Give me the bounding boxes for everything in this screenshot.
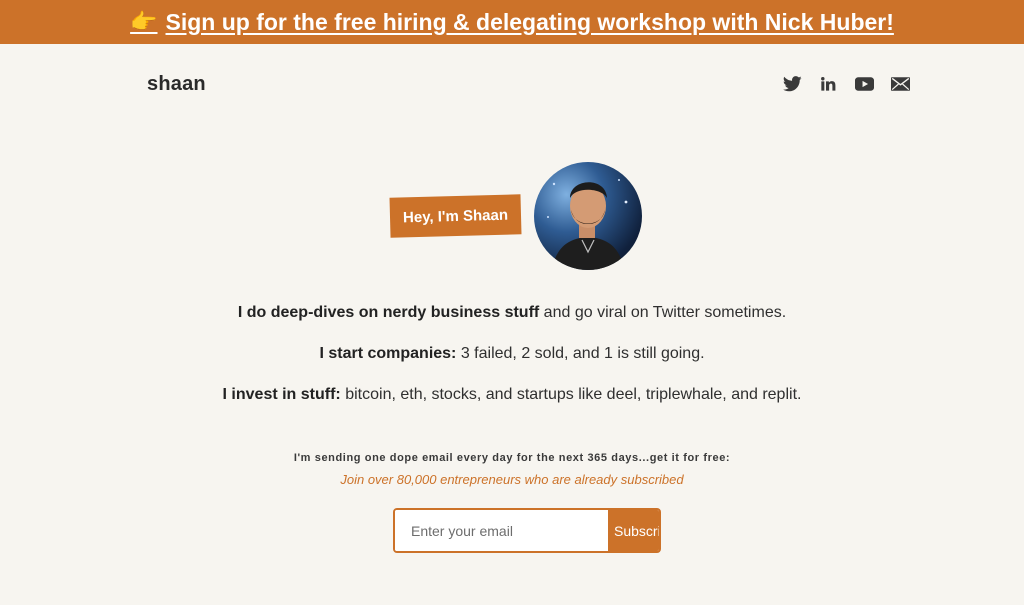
newsletter-pitch: I'm sending one dope email every day for… [293,452,731,464]
subscribe-button[interactable]: Subscribe [608,510,659,551]
workshop-signup-link[interactable]: 👉 Sign up for the free hiring & delegati… [130,9,894,36]
subscribe-form: Subscribe [393,508,661,553]
workshop-signup-text: Sign up for the free hiring & delegating… [165,8,894,35]
newsletter-promo: I'm sending one dope email every day for… [0,452,1024,487]
hero: Hey, I'm Shaan [0,160,1024,272]
site-logo[interactable]: shaan [147,73,206,96]
subscriber-count-text: Join over 80,000 entrepreneurs who are a… [340,472,684,487]
intro-line: I start companies: 3 failed, 2 sold, and… [319,345,705,362]
workshop-banner: 👉 Sign up for the free hiring & delegati… [0,0,1024,44]
mail-icon[interactable] [890,74,910,94]
social-links [782,74,910,94]
pointing-hand-icon: 👉 [130,9,158,34]
greeting-tag: Hey, I'm Shaan [389,194,522,238]
intro-lines: I do deep-dives on nerdy business stuff … [0,303,1024,426]
twitter-icon[interactable] [782,74,802,94]
linkedin-icon[interactable] [818,74,838,94]
youtube-icon[interactable] [854,74,874,94]
email-input[interactable] [395,510,608,551]
intro-line: I do deep-dives on nerdy business stuff … [237,304,787,321]
intro-line: I invest in stuff: bitcoin, eth, stocks,… [222,386,802,403]
avatar [534,162,642,270]
